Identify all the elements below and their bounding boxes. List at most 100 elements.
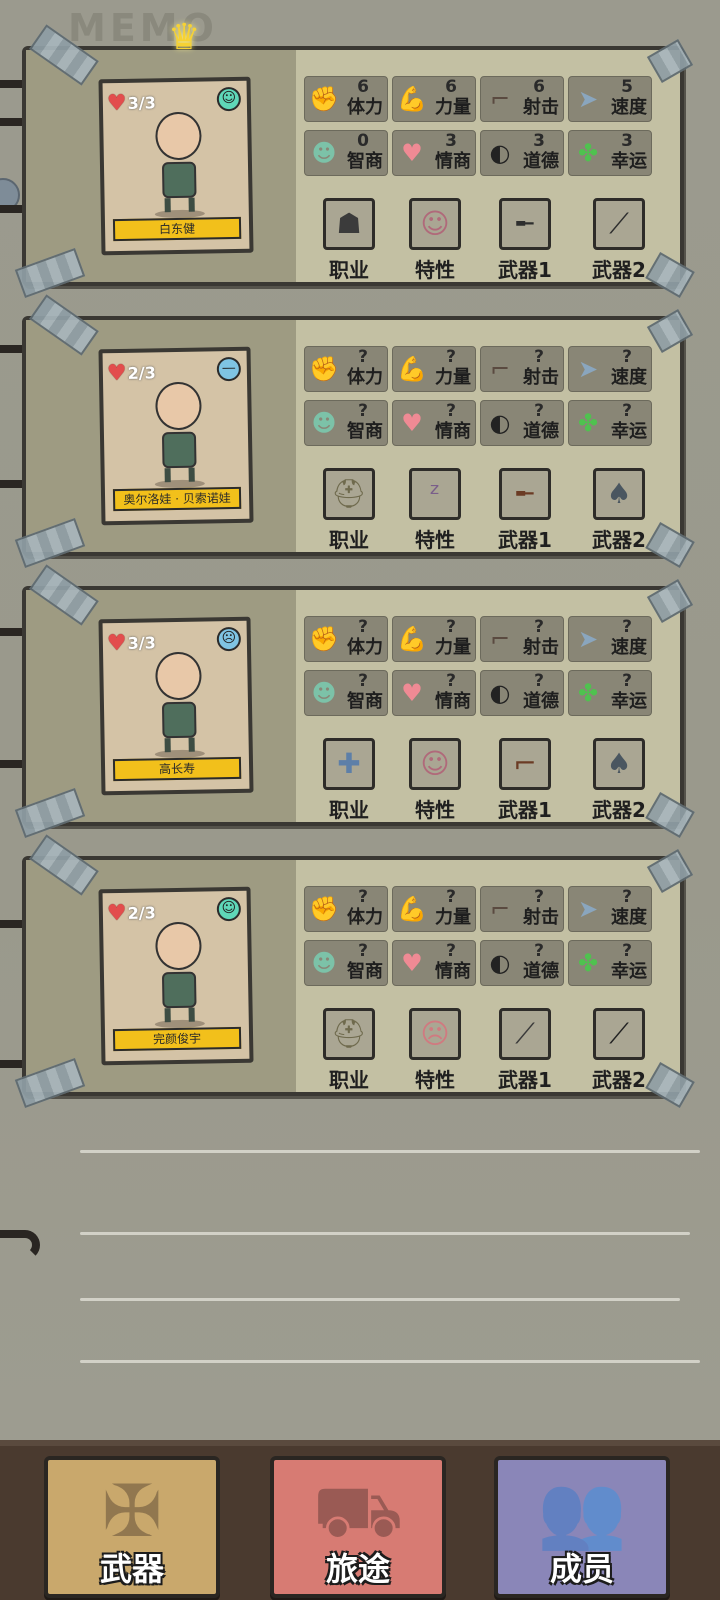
slot-weapon-2[interactable]: ♠ 武器2 (574, 738, 664, 823)
stat-shooting[interactable]: ⌐? 射击 (480, 346, 564, 392)
member-portrait[interactable]: ♥ 3/3 ☺ 白东健 (98, 76, 254, 256)
stat-luck[interactable]: ✤ 3 幸运 (568, 130, 652, 176)
slot-weapon-2[interactable]: ♠ 武器2 (574, 468, 664, 553)
stat-stamina[interactable]: ✊? 体力 (304, 346, 388, 392)
member-portrait[interactable]: ♥ 2/3 — 奥尔洛娃 · 贝索诺娃 (98, 346, 254, 526)
bat-icon[interactable]: ⟋ (499, 1008, 551, 1060)
stat-value: ? (622, 347, 632, 367)
job-bodyguard-icon[interactable]: ☗ (323, 198, 375, 250)
character-avatar (141, 921, 217, 1029)
stat-strength[interactable]: 💪? 力量 (392, 616, 476, 662)
stat-value: 6 (533, 77, 545, 97)
stat-value: ? (446, 887, 456, 907)
stat-value: ? (358, 671, 368, 691)
member-card[interactable]: ♥ 3/3 ☹ 高长寿 ✊? 体力 💪? 力量 ⌐? 射击 ➤? 速度 ☻? 智商 ♥? 情商 ◐? 道德 ✤? 幸运… (14, 564, 695, 839)
stat-stamina[interactable]: ✊? 体力 (304, 886, 388, 932)
members-icon: 👥 (537, 1469, 627, 1553)
slot-weapon-2[interactable]: ⟋ 武器2 (574, 198, 664, 283)
member-card[interactable]: ♥ 2/3 ☺ 完颜俊宇 ✊? 体力 💪? 力量 ⌐? 射击 ➤? 速度 ☻? 智商 ♥? 情商 ◐? 道德 ✤? 幸… (14, 834, 695, 1109)
slot-trait[interactable]: ☺ 特性 (390, 738, 480, 823)
slot-trait[interactable]: ☺ 特性 (390, 198, 480, 283)
trait-sleepy-icon[interactable]: ᶻ (409, 468, 461, 520)
trait-icon[interactable]: ☺ (409, 198, 461, 250)
nav-members-button[interactable]: 👥 成员 (494, 1456, 670, 1598)
stat-value: ? (534, 617, 544, 637)
eq-icon: ♥ (401, 409, 423, 437)
stat-iq[interactable]: ☻? 智商 (304, 670, 388, 716)
shovel-icon[interactable]: ♠ (593, 468, 645, 520)
job-builder-icon[interactable]: ⛑ (323, 468, 375, 520)
shotgun-icon[interactable]: ╾ (499, 468, 551, 520)
sniper-rifle-icon[interactable]: ╾ (499, 198, 551, 250)
stat-label: 智商 (347, 691, 383, 712)
nav-journey-button[interactable]: ⛟ 旅途 (270, 1456, 446, 1598)
member-card[interactable]: ♥ 2/3— 奥尔洛娃 · 贝索诺娃 ✊? 体力 💪? 力量 ⌐? 射击 ➤? 速度 ☻? 智商 ♥? 情商… (14, 294, 695, 569)
stat-morality[interactable]: ◐? 道德 (480, 940, 564, 986)
stat-speed[interactable]: ➤? 速度 (568, 346, 652, 392)
slot-job[interactable]: ☗ 职业 (304, 198, 394, 283)
stat-label: 射击 (523, 907, 559, 928)
stat-eq[interactable]: ♥? 情商 (392, 940, 476, 986)
stat-value: ? (446, 671, 456, 691)
eq-icon: ♥ (401, 949, 423, 977)
shovel-icon[interactable]: ♠ (593, 738, 645, 790)
stat-strength[interactable]: 💪 6 力量 (392, 76, 476, 122)
stat-iq[interactable]: ☻? 智商 (304, 940, 388, 986)
stat-value: ? (534, 401, 544, 421)
revolver-icon[interactable]: ⌐ (499, 738, 551, 790)
slot-trait[interactable]: ᶻ 特性 (390, 468, 480, 553)
slot-weapon-1[interactable]: ╾ 武器1 (480, 198, 570, 283)
stat-iq[interactable]: ☻ 0 智商 (304, 130, 388, 176)
slot-label: 武器2 (592, 528, 646, 552)
stat-morality[interactable]: ◐? 道德 (480, 400, 564, 446)
slot-weapon-1[interactable]: ╾ 武器1 (480, 468, 570, 553)
stat-stamina[interactable]: ✊ 6 体力 (304, 76, 388, 122)
nav-weapons-button[interactable]: ✠ 武器 (44, 1456, 220, 1598)
job-doctor-icon[interactable]: ✚ (323, 738, 375, 790)
stat-luck[interactable]: ✤? 幸运 (568, 670, 652, 716)
trait-icon[interactable]: ☺ (409, 738, 461, 790)
stat-morality[interactable]: ◐ 3 道德 (480, 130, 564, 176)
bottom-nav: ✠ 武器 ⛟ 旅途 👥 成员 (0, 1440, 720, 1600)
stat-label: 力量 (435, 97, 471, 118)
stat-morality[interactable]: ◐? 道德 (480, 670, 564, 716)
stat-label: 情商 (435, 691, 471, 712)
stat-shooting[interactable]: ⌐? 射击 (480, 886, 564, 932)
member-portrait[interactable]: ♥ 3/3 ☹ 高长寿 (98, 616, 254, 796)
stat-shooting[interactable]: ⌐ 6 射击 (480, 76, 564, 122)
job-builder-icon[interactable]: ⛑ (323, 1008, 375, 1060)
slot-job[interactable]: ⛑ 职业 (304, 468, 394, 553)
slot-weapon-1[interactable]: ⟋ 武器1 (480, 1008, 570, 1093)
member-name: 高长寿 (112, 756, 242, 782)
slot-job[interactable]: ✚ 职业 (304, 738, 394, 823)
stat-value: ? (358, 401, 368, 421)
slot-trait[interactable]: ☹ 特性 (390, 1008, 480, 1093)
stat-label: 情商 (435, 421, 471, 442)
stat-eq[interactable]: ♥? 情商 (392, 400, 476, 446)
member-portrait[interactable]: ♥ 2/3 ☺ 完颜俊宇 (98, 886, 254, 1066)
stat-luck[interactable]: ✤? 幸运 (568, 940, 652, 986)
member-card[interactable]: ♛ ♥ 3/3 ☺ 白东健 ✊ 6 体力 💪 6 力量 ⌐ 6 射击 ➤ 5 速度 ☻ 0 智商 ♥ 3 情商 ◐ 3 道德 ✤ 3 幸… (14, 20, 695, 299)
stat-eq[interactable]: ♥ 3 情商 (392, 130, 476, 176)
stat-speed[interactable]: ➤? 速度 (568, 616, 652, 662)
slot-job[interactable]: ⛑ 职业 (304, 1008, 394, 1093)
trait-sick-icon[interactable]: ☹ (409, 1008, 461, 1060)
eq-icon: ♥ (401, 679, 423, 707)
speed-icon: ➤ (577, 355, 599, 383)
stat-iq[interactable]: ☻? 智商 (304, 400, 388, 446)
stat-speed[interactable]: ➤ 5 速度 (568, 76, 652, 122)
speed-icon: ➤ (577, 85, 599, 113)
slot-weapon-2[interactable]: ⟋ 武器2 (574, 1008, 664, 1093)
stat-speed[interactable]: ➤? 速度 (568, 886, 652, 932)
stat-eq[interactable]: ♥? 情商 (392, 670, 476, 716)
machete-icon[interactable]: ⟋ (593, 198, 645, 250)
stat-value: 3 (621, 131, 633, 151)
crowbar-icon[interactable]: ⟋ (593, 1008, 645, 1060)
stat-strength[interactable]: 💪? 力量 (392, 346, 476, 392)
slot-weapon-1[interactable]: ⌐ 武器1 (480, 738, 570, 823)
stat-strength[interactable]: 💪? 力量 (392, 886, 476, 932)
stat-luck[interactable]: ✤? 幸运 (568, 400, 652, 446)
stat-shooting[interactable]: ⌐? 射击 (480, 616, 564, 662)
slot-label: 职业 (329, 258, 369, 282)
stat-stamina[interactable]: ✊? 体力 (304, 616, 388, 662)
